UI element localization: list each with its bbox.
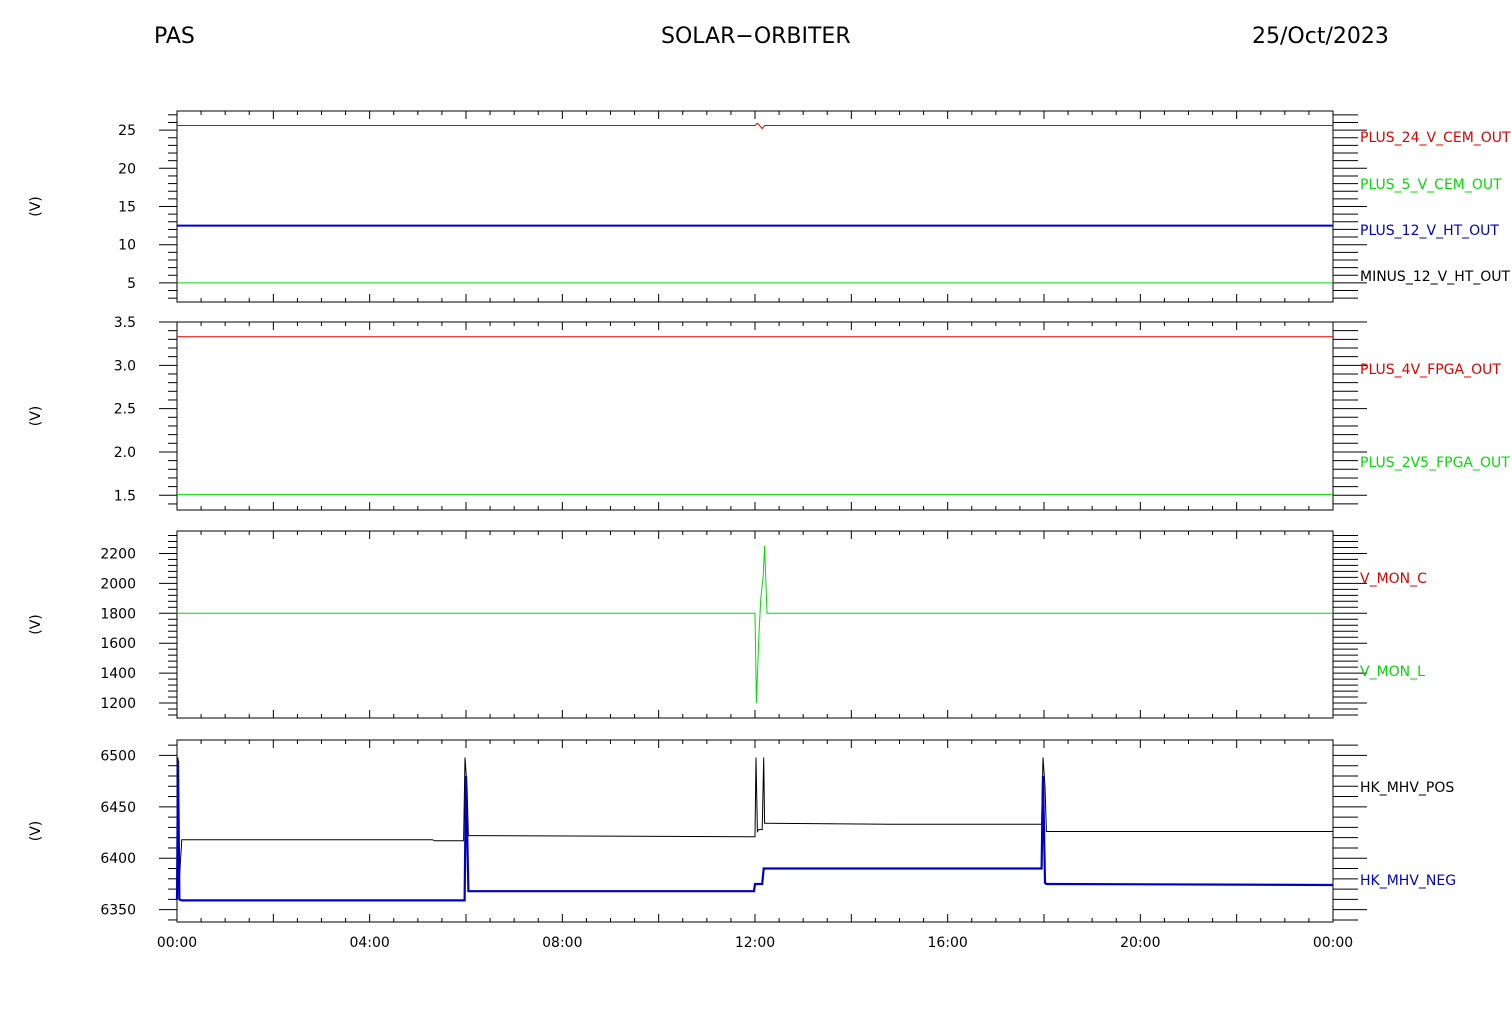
legend-label-plus_24_v_cem_out: PLUS_24_V_CEM_OUT xyxy=(1360,130,1511,146)
y-tick-label: 2.5 xyxy=(114,402,136,418)
y-axis-label: (V) xyxy=(28,196,44,217)
x-tick-label: 00:00 xyxy=(157,935,197,951)
x-tick-label: 20:00 xyxy=(1120,935,1160,951)
legend-label-v_mon_c: V_MON_C xyxy=(1360,571,1427,587)
y-tick-label: 1200 xyxy=(100,696,136,712)
plot-frame-1 xyxy=(176,110,1334,303)
y-axis-label: (V) xyxy=(28,614,44,635)
legend-label-v_mon_l: V_MON_L xyxy=(1360,664,1425,680)
plot-frame-2 xyxy=(176,321,1334,511)
y-tick-label: 1800 xyxy=(100,606,136,622)
legend-label-plus_5_v_cem_out: PLUS_5_V_CEM_OUT xyxy=(1360,177,1502,193)
series-line-hk_mhv_pos xyxy=(176,757,1333,879)
x-tick-label: 16:00 xyxy=(927,935,967,951)
housekeeping-voltage-charts: 5 10 15 20 25 (V) PLUS_24_V_CEM_OUT PLUS_5_V_CE… xyxy=(28,110,1511,951)
y-tick-label: 15 xyxy=(118,200,136,216)
legend-label-plus_2v5_fpga_out: PLUS_2V5_FPGA_OUT xyxy=(1360,455,1510,471)
legend-label-plus_4v_fpga_out: PLUS_4V_FPGA_OUT xyxy=(1360,362,1501,378)
y-tick-label: 5 xyxy=(127,276,136,292)
y-tick-label: 6350 xyxy=(100,903,136,919)
series-line-plus_24_v_cem_out xyxy=(177,122,1333,130)
y-tick-label: 3.0 xyxy=(114,358,136,374)
y-tick-label: 3.5 xyxy=(114,315,136,331)
x-tick-label: 12:00 xyxy=(735,935,775,951)
y-tick-label: 2.0 xyxy=(114,445,136,461)
legend-label-hk_mhv_pos: HK_MHV_POS xyxy=(1360,780,1454,796)
y-axis-label: (V) xyxy=(28,406,44,427)
y-tick-label: 20 xyxy=(118,161,136,177)
y-tick-label: 2000 xyxy=(100,576,136,592)
y-tick-label: 6400 xyxy=(100,851,136,867)
x-tick-label: 08:00 xyxy=(542,935,582,951)
legend-label-plus_12_v_ht_out: PLUS_12_V_HT_OUT xyxy=(1360,223,1499,239)
y-tick-label: 1400 xyxy=(100,666,136,682)
x-tick-label: 04:00 xyxy=(349,935,389,951)
y-tick-label: 6500 xyxy=(100,748,136,764)
y-tick-label: 10 xyxy=(118,238,136,254)
legend-label-hk_mhv_neg: HK_MHV_NEG xyxy=(1360,873,1456,889)
legend-label-minus_12_v_ht_out: MINUS_12_V_HT_OUT xyxy=(1360,269,1511,285)
y-tick-label: 6450 xyxy=(100,800,136,816)
y-tick-label: 1.5 xyxy=(114,488,136,504)
y-tick-label: 2200 xyxy=(100,546,136,562)
y-tick-label: 1600 xyxy=(100,636,136,652)
series-line-v_mon_l xyxy=(177,545,1333,704)
x-tick-label: 00:00 xyxy=(1313,935,1353,951)
y-tick-label: 25 xyxy=(118,123,136,139)
y-axis-label: (V) xyxy=(28,821,44,842)
